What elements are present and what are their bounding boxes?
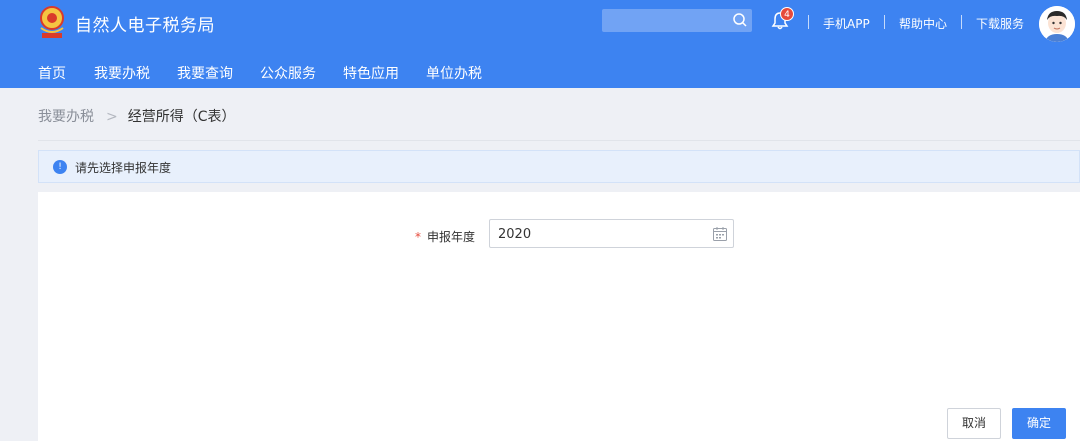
required-mark: * <box>415 230 421 244</box>
nav-item-home[interactable]: 首页 <box>38 63 66 83</box>
nav-item-featured-apps[interactable]: 特色应用 <box>343 63 399 83</box>
cancel-button[interactable]: 取消 <box>947 408 1001 439</box>
tax-emblem-logo[interactable] <box>38 6 66 40</box>
divider <box>961 15 962 29</box>
mobile-app-link[interactable]: 手机APP <box>823 15 870 32</box>
nav-item-unit-tax[interactable]: 单位办税 <box>426 63 482 83</box>
download-service-link[interactable]: 下载服务 <box>976 15 1024 32</box>
year-value: 2020 <box>498 227 532 242</box>
year-label: * 申报年度 <box>415 228 475 245</box>
breadcrumb-parent[interactable]: 我要办税 <box>38 109 94 125</box>
help-center-link[interactable]: 帮助中心 <box>899 15 947 32</box>
divider <box>884 15 885 29</box>
divider <box>808 15 809 29</box>
breadcrumb-current: 经营所得（C表） <box>127 109 236 125</box>
site-title[interactable]: 自然人电子税务局 <box>75 11 215 36</box>
notice-bar: ! 请先选择申报年度 <box>38 150 1080 183</box>
year-picker-input[interactable]: 2020 <box>489 219 734 248</box>
breadcrumb-separator: > <box>106 109 118 125</box>
calendar-icon[interactable] <box>712 226 728 242</box>
nav-item-query[interactable]: 我要查询 <box>177 63 233 83</box>
main-nav: 首页 我要办税 我要查询 公众服务 特色应用 单位办税 <box>0 56 1080 88</box>
nav-item-tax-handling[interactable]: 我要办税 <box>94 63 150 83</box>
info-icon: ! <box>53 160 67 174</box>
notification-badge: 4 <box>780 7 794 21</box>
breadcrumb: 我要办税 > 经营所得（C表） <box>38 106 236 126</box>
search-input[interactable] <box>602 9 752 32</box>
year-label-text: 申报年度 <box>427 230 476 244</box>
nav-item-public-service[interactable]: 公众服务 <box>260 63 316 83</box>
user-avatar[interactable] <box>1039 6 1075 42</box>
notice-text: 请先选择申报年度 <box>75 161 172 175</box>
confirm-button[interactable]: 确定 <box>1012 408 1066 439</box>
form-panel: * 申报年度 2020 取消 确定 <box>38 192 1080 441</box>
divider <box>38 140 1080 141</box>
top-header: 自然人电子税务局 4 手机APP 帮助中心 下载服务 首页 我要办税 我要查询 … <box>0 0 1080 88</box>
search-icon[interactable] <box>732 12 748 28</box>
